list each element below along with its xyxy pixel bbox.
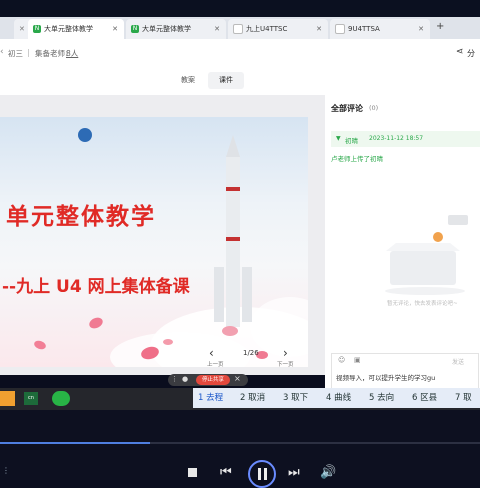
expand-triangle-icon[interactable]: ▼ [336, 135, 341, 142]
emoji-icon[interactable]: ☺ [338, 356, 345, 364]
new-tab-plus-icon[interactable]: + [436, 21, 444, 32]
ime-candidate[interactable]: 7 取 [455, 391, 472, 403]
back-chevron-icon[interactable]: ‹ [0, 47, 4, 57]
browser-tab-strip: ✕ N 大单元整体教学 ✕ N 大单元整体教学 ✕ 九上U4TTSC ✕ 9U4… [0, 17, 480, 39]
slide-navigation: ‹ 上一页 1/26 › 下一页 [205, 346, 305, 368]
tab-lesson-plan[interactable]: 教案 [170, 72, 206, 89]
tab-close-icon[interactable]: ✕ [418, 25, 424, 33]
slide-title: 单元整体教学 [6, 204, 156, 230]
grade-label: 初三 [8, 49, 23, 58]
tab-close-icon[interactable]: ✕ [316, 25, 322, 33]
tab-label: 大单元整体教学 [142, 25, 191, 33]
next-page-icon[interactable]: › [283, 346, 288, 360]
tab-label: 9U4TTSA [348, 25, 380, 33]
image-icon[interactable]: ▣ [354, 356, 361, 364]
prev-page-icon[interactable]: ‹ [209, 346, 214, 360]
view-tabs-bar: 教案 课件 [0, 67, 480, 95]
site-favicon-icon: N [33, 25, 41, 33]
share-button[interactable]: 分 [467, 48, 475, 59]
pause-icon [264, 468, 267, 480]
comments-header: 全部评论 [331, 104, 363, 113]
stop-share-button[interactable]: 停止共享 [196, 375, 230, 385]
document-icon [233, 24, 243, 34]
prev-page-label[interactable]: 上一页 [207, 360, 224, 368]
next-page-label[interactable]: 下一页 [277, 360, 294, 368]
ime-candidate-bar: 1 去程 2 取消 3 取下 4 曲线 5 去向 6 区县 7 取 [193, 388, 480, 408]
wechat-icon[interactable] [52, 391, 70, 406]
video-player-bar: ⋮ ⏮ ⏭ 🔊 [0, 410, 480, 488]
ime-candidate[interactable]: 3 取下 [283, 391, 308, 403]
microphone-icon[interactable]: ● [182, 375, 188, 383]
tab-close-icon[interactable]: ✕ [112, 25, 118, 33]
comment-time: 2023-11-12 18:57 [369, 135, 424, 142]
site-favicon-icon: N [131, 25, 139, 33]
browser-tab-4[interactable]: 9U4TTSA ✕ [330, 19, 430, 39]
previous-icon[interactable]: ⏮ [220, 465, 232, 480]
next-icon[interactable]: ⏭ [288, 465, 300, 480]
teacher-count-link[interactable]: 8人 [66, 48, 78, 59]
app-icon[interactable] [0, 391, 15, 406]
comment-entry: ▼ 初晴 2023-11-12 18:57 [331, 131, 480, 147]
app-icon[interactable]: cn [24, 392, 38, 405]
comment-text: 卢老师上传了初晴 [331, 155, 383, 163]
ime-candidate[interactable]: 2 取消 [240, 391, 265, 403]
input-hint: 发送 [452, 359, 465, 366]
comment-input-box[interactable]: ☺ ▣ 发送 视频导入，可以提升学生的学习gu [331, 353, 479, 389]
slide-canvas: 单元整体教学 --九上 U4 网上集体备课 [0, 117, 308, 367]
ime-candidate[interactable]: 6 区县 [412, 391, 437, 403]
ime-candidate[interactable]: 4 曲线 [326, 391, 351, 403]
share-icon[interactable]: ⋖ [456, 47, 464, 57]
tab-close-icon[interactable]: ✕ [19, 25, 25, 33]
comment-user: 初晴 [345, 137, 358, 145]
slide-illustration [34, 128, 308, 367]
stop-icon[interactable] [188, 468, 197, 477]
pause-button[interactable] [248, 460, 276, 488]
tab-close-icon[interactable]: ✕ [214, 25, 220, 33]
page-toolbar: ‹ 初三 集备老师： 8人 ⋖ 分 [0, 39, 480, 68]
empty-comments-hint: 暂无评论，快去发表评论吧~ [387, 301, 458, 307]
divider [28, 49, 29, 57]
slide-subtitle: --九上 U4 网上集体备课 [2, 277, 190, 297]
close-icon[interactable]: × [234, 374, 241, 383]
ime-candidate[interactable]: 1 去程 [198, 391, 223, 403]
browser-tab-3[interactable]: 九上U4TTSC ✕ [228, 19, 328, 39]
comments-panel: 全部评论 (0) ▼ 初晴 2023-11-12 18:57 卢老师上传了初晴 … [325, 95, 480, 393]
empty-comments-illustration [385, 215, 468, 295]
playlist-icon[interactable]: ⋮ [2, 466, 10, 475]
window-top-bar [0, 0, 480, 17]
grip-icon[interactable]: ⋮ [171, 375, 178, 383]
tab-courseware[interactable]: 课件 [208, 72, 244, 89]
tab-label: 九上U4TTSC [246, 25, 288, 33]
document-icon [335, 24, 345, 34]
page-indicator: 1/26 [243, 349, 259, 357]
comment-input-text[interactable]: 视频导入，可以提升学生的学习gu [336, 372, 435, 382]
tab-label: 大单元整体教学 [44, 25, 93, 33]
pause-icon [258, 468, 261, 480]
browser-tab-2[interactable]: N 大单元整体教学 ✕ [126, 19, 226, 39]
comments-count: (0) [369, 104, 379, 112]
browser-tab-1[interactable]: N 大单元整体教学 ✕ [28, 19, 124, 39]
screen-share-widget: ⋮ ● 停止共享 × [168, 374, 248, 386]
ime-candidate[interactable]: 5 去向 [369, 391, 394, 403]
progress-fill [0, 442, 150, 444]
volume-icon[interactable]: 🔊 [320, 465, 336, 480]
